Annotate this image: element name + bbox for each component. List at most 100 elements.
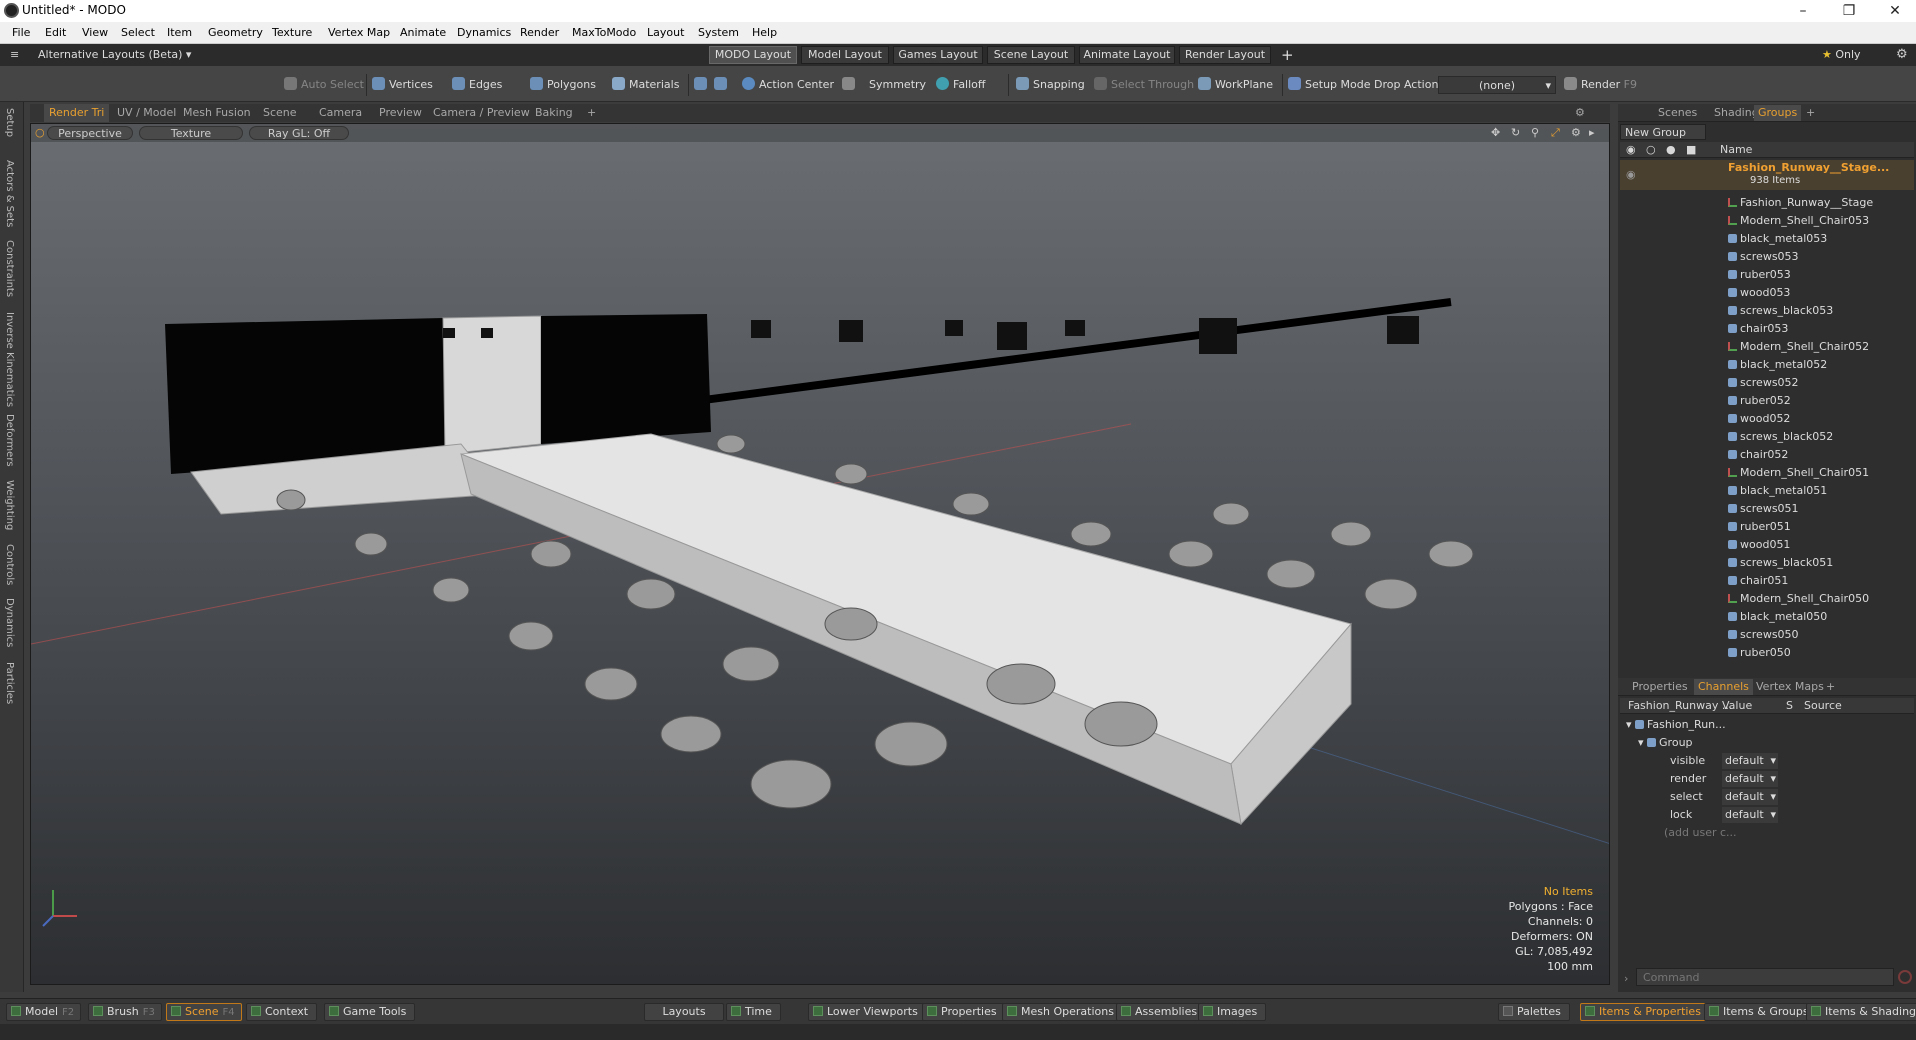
play-icon[interactable]: ▸ xyxy=(1589,126,1595,139)
tab-camera[interactable]: Camera xyxy=(314,104,367,122)
list-item[interactable]: Modern_Shell_Chair052 xyxy=(1728,338,1916,356)
list-item[interactable]: chair051 xyxy=(1728,572,1916,590)
list-item[interactable]: screws_black051 xyxy=(1728,554,1916,572)
brush-button[interactable]: Brush F3 xyxy=(88,1003,162,1021)
workplane-button[interactable]: WorkPlane xyxy=(1198,76,1273,94)
list-item[interactable]: wood051 xyxy=(1728,536,1916,554)
close-icon[interactable]: ✕ xyxy=(1872,0,1916,22)
minimize-icon[interactable]: – xyxy=(1780,0,1826,22)
layout-menu-icon[interactable]: ≡ xyxy=(10,48,19,61)
menu-select[interactable]: Select xyxy=(121,26,155,39)
model-button[interactable]: Model F2 xyxy=(6,1003,82,1021)
vertices-button[interactable]: Vertices xyxy=(372,76,433,94)
list-item[interactable]: ruber050 xyxy=(1728,644,1916,662)
items-groups-button[interactable]: Items & Groups xyxy=(1704,1003,1816,1021)
channel-value-dropdown[interactable]: default ▾ xyxy=(1722,807,1778,823)
visibility-col-icon[interactable]: ◉ xyxy=(1626,143,1636,156)
channel-row[interactable]: visible default ▾ xyxy=(1618,752,1898,770)
tab-modo-layout[interactable]: MODO Layout xyxy=(709,46,797,64)
polygons-button[interactable]: Polygons xyxy=(530,76,596,94)
list-item[interactable]: ruber051 xyxy=(1728,518,1916,536)
list-item[interactable]: black_metal051 xyxy=(1728,482,1916,500)
gear-icon[interactable]: ⚙ xyxy=(1896,47,1908,62)
tab-dynamics[interactable]: Dynamics xyxy=(4,598,15,647)
add-user-channel[interactable]: (add user c... xyxy=(1664,824,1916,842)
list-item[interactable]: black_metal053 xyxy=(1728,230,1916,248)
viewport-settings-icon[interactable]: ⚙ xyxy=(1570,104,1590,122)
tab-uv-model[interactable]: UV / Model xyxy=(112,104,181,122)
game-tools-button[interactable]: Game Tools xyxy=(324,1003,416,1021)
materials-button[interactable]: Materials xyxy=(612,76,679,94)
tab-deformers[interactable]: Deformers xyxy=(4,414,15,467)
action-center-button[interactable]: Action Center xyxy=(742,76,834,94)
scene-button[interactable]: Scene F4 xyxy=(166,1003,242,1021)
list-item[interactable]: Modern_Shell_Chair051 xyxy=(1728,464,1916,482)
channel-tree-group[interactable]: ▾ Group xyxy=(1638,734,1916,752)
list-item[interactable]: ruber052 xyxy=(1728,392,1916,410)
tab-games-layout[interactable]: Games Layout xyxy=(893,46,983,64)
channel-row[interactable]: lock default ▾ xyxy=(1618,806,1898,824)
time-button[interactable]: Time xyxy=(726,1003,781,1021)
items-shading-button[interactable]: Items & Shading xyxy=(1806,1003,1916,1021)
view-perspective-dropdown[interactable]: Perspective xyxy=(47,126,133,140)
lock-col-icon[interactable]: ● xyxy=(1666,143,1676,156)
list-item[interactable]: screws051 xyxy=(1728,500,1916,518)
list-item[interactable]: Fashion_Runway__Stage xyxy=(1728,194,1916,212)
tab-baking[interactable]: Baking xyxy=(530,104,578,122)
visibility-eye-icon[interactable]: ◉ xyxy=(1626,168,1636,181)
menu-maxtomodo[interactable]: MaxToModo xyxy=(572,26,636,39)
tab-render-tri[interactable]: Render Tri xyxy=(44,104,110,122)
channel-tree-root[interactable]: ▾ Fashion_Run... xyxy=(1626,716,1906,734)
list-item[interactable]: screws053 xyxy=(1728,248,1916,266)
fit-icon[interactable]: ⤢ xyxy=(1551,126,1560,140)
add-props-tab[interactable]: + xyxy=(1822,679,1839,695)
menu-system[interactable]: System xyxy=(698,26,739,39)
select-col-icon[interactable]: ■ xyxy=(1686,143,1696,156)
tab-groups[interactable]: Groups xyxy=(1754,105,1802,121)
list-item[interactable]: Modern_Shell_Chair053 xyxy=(1728,212,1916,230)
list-item[interactable]: ruber053 xyxy=(1728,266,1916,284)
falloff-button[interactable]: Falloff xyxy=(936,76,985,94)
add-layout-button[interactable]: + xyxy=(1281,46,1294,64)
group-row-selected[interactable]: ◉ Fashion_Runway__Stage... 938 Items xyxy=(1620,160,1914,190)
snapping-button[interactable]: Snapping xyxy=(1016,76,1085,94)
channel-row[interactable]: render default ▾ xyxy=(1618,770,1898,788)
mesh-operations-button[interactable]: Mesh Operations xyxy=(1002,1003,1123,1021)
assemblies-button[interactable]: Assemblies xyxy=(1116,1003,1207,1021)
add-scene-tab[interactable]: + xyxy=(1802,105,1819,121)
command-input[interactable] xyxy=(1636,968,1894,986)
items-properties-button[interactable]: Items & Properties xyxy=(1580,1003,1708,1021)
edges-button[interactable]: Edges xyxy=(452,76,502,94)
select-through-button[interactable]: Select Through xyxy=(1094,76,1194,94)
menu-edit[interactable]: Edit xyxy=(45,26,66,39)
setup-mode-button[interactable]: Setup Mode xyxy=(1288,76,1370,94)
tab-scenes[interactable]: Scenes xyxy=(1654,105,1701,121)
zoom-icon[interactable]: ⚲ xyxy=(1531,126,1539,139)
tab-constraints[interactable]: Constraints xyxy=(4,240,15,297)
list-item[interactable]: black_metal052 xyxy=(1728,356,1916,374)
lower-viewports-button[interactable]: Lower Viewports xyxy=(808,1003,927,1021)
tab-inverse-kinematics[interactable]: Inverse Kinematics xyxy=(4,312,15,407)
tab-animate-layout[interactable]: Animate Layout xyxy=(1079,46,1175,64)
list-item[interactable]: screws050 xyxy=(1728,626,1916,644)
rotate-icon[interactable]: ↻ xyxy=(1511,126,1520,139)
list-item[interactable]: screws052 xyxy=(1728,374,1916,392)
tab-weighting[interactable]: Weighting xyxy=(4,480,15,530)
tab-scene-layout[interactable]: Scene Layout xyxy=(987,46,1075,64)
list-item[interactable]: screws_black053 xyxy=(1728,302,1916,320)
menu-dynamics[interactable]: Dynamics xyxy=(457,26,511,39)
menu-render[interactable]: Render xyxy=(520,26,559,39)
new-group-button[interactable]: New Group xyxy=(1620,124,1706,140)
properties-button[interactable]: Properties xyxy=(922,1003,1006,1021)
list-item[interactable]: Modern_Shell_Chair050 xyxy=(1728,590,1916,608)
select-mode-icon-1[interactable] xyxy=(694,76,711,94)
list-item[interactable]: chair052 xyxy=(1728,446,1916,464)
tab-scene[interactable]: Scene xyxy=(258,104,302,122)
tab-actors-sets[interactable]: Actors & Sets xyxy=(4,160,15,227)
record-icon[interactable] xyxy=(1898,970,1912,984)
tab-vertex-maps[interactable]: Vertex Maps xyxy=(1752,679,1828,695)
tab-setup[interactable]: Setup xyxy=(4,108,15,137)
tab-model-layout[interactable]: Model Layout xyxy=(801,46,889,64)
symmetry-button[interactable]: Symmetry xyxy=(842,76,926,94)
layouts-button[interactable]: Layouts xyxy=(644,1003,724,1021)
